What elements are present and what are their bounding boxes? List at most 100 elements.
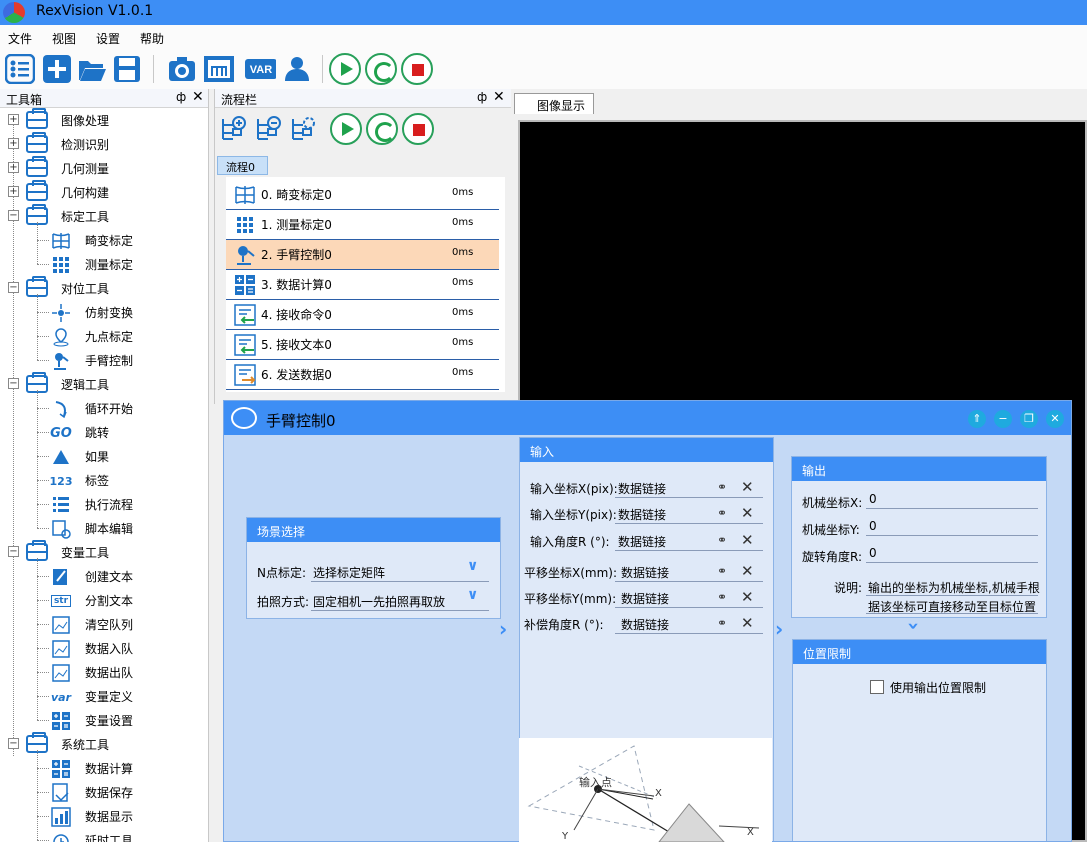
tree-group-8[interactable]: − 系统工具 bbox=[0, 732, 208, 756]
flow-step-row[interactable]: 4. 接收命令0 0ms bbox=[226, 300, 499, 330]
tree-item[interactable]: 数据入队 bbox=[0, 636, 208, 660]
user-button[interactable] bbox=[281, 53, 313, 85]
camera-button[interactable] bbox=[166, 53, 198, 85]
menu-settings[interactable]: 设置 bbox=[96, 30, 120, 47]
pin-top-button[interactable]: ⇑ bbox=[968, 410, 986, 428]
clear-icon[interactable]: ✕ bbox=[741, 588, 754, 606]
tree-group-3[interactable]: + 几何构建 bbox=[0, 180, 208, 204]
run-button[interactable] bbox=[329, 53, 361, 85]
use-limit-checkbox[interactable] bbox=[870, 680, 884, 694]
menu-help[interactable]: 帮助 bbox=[140, 30, 164, 47]
tree-item[interactable]: 循环开始 bbox=[0, 396, 208, 420]
flow-step-row[interactable]: 2. 手臂控制0 0ms bbox=[226, 240, 499, 270]
collapse-icon[interactable]: − bbox=[8, 378, 19, 389]
add-flow-button[interactable] bbox=[217, 113, 249, 145]
chevron-down-icon[interactable]: ∨ bbox=[467, 587, 478, 603]
link-icon[interactable]: ⚭ bbox=[717, 590, 727, 604]
flow-settings-button[interactable] bbox=[287, 113, 319, 145]
tree-group-1[interactable]: + 检测识别 bbox=[0, 132, 208, 156]
tree-item[interactable]: 执行流程 bbox=[0, 492, 208, 516]
data-link-field[interactable]: 数据链接 bbox=[618, 480, 666, 497]
link-icon[interactable]: ⚭ bbox=[717, 616, 727, 630]
tree-item[interactable]: 清空队列 bbox=[0, 612, 208, 636]
flow-step-row[interactable]: 0. 畸变标定0 0ms bbox=[226, 180, 499, 210]
flow-step-row[interactable]: 6. 发送数据0 0ms bbox=[226, 360, 499, 390]
data-link-field[interactable]: 数据链接 bbox=[618, 506, 666, 523]
chevron-down-icon[interactable]: ∨ bbox=[467, 558, 478, 574]
close-icon[interactable]: ✕ bbox=[493, 89, 505, 105]
data-link-field[interactable]: 数据链接 bbox=[621, 564, 669, 581]
loop-run-button[interactable] bbox=[365, 53, 397, 85]
new-button[interactable] bbox=[41, 53, 73, 85]
tree-item[interactable]: 变量设置 bbox=[0, 708, 208, 732]
tab-flow0[interactable]: 流程0 bbox=[217, 156, 268, 175]
flow-step-row[interactable]: 3. 数据计算0 0ms bbox=[226, 270, 499, 300]
tree-item[interactable]: 数据保存 bbox=[0, 780, 208, 804]
output-row-value[interactable]: 0 bbox=[869, 546, 877, 560]
link-icon[interactable]: ⚭ bbox=[717, 480, 727, 494]
menu-view[interactable]: 视图 bbox=[52, 30, 76, 47]
tree-group-7[interactable]: − 变量工具 bbox=[0, 540, 208, 564]
save-button[interactable] bbox=[111, 53, 143, 85]
tool-list-button[interactable] bbox=[4, 53, 36, 85]
variable-button[interactable]: VAR bbox=[244, 53, 276, 85]
tree-item[interactable]: 测量标定 bbox=[0, 252, 208, 276]
tree-item[interactable]: 创建文本 bbox=[0, 564, 208, 588]
tree-item[interactable]: str 分割文本 bbox=[0, 588, 208, 612]
tree-group-5[interactable]: − 对位工具 bbox=[0, 276, 208, 300]
run-flow-button[interactable] bbox=[330, 113, 362, 145]
tree-item[interactable]: 数据显示 bbox=[0, 804, 208, 828]
link-icon[interactable]: ⚭ bbox=[717, 564, 727, 578]
expand-icon[interactable]: + bbox=[8, 138, 19, 149]
open-button[interactable] bbox=[76, 53, 108, 85]
flow-step-row[interactable]: 1. 测量标定0 0ms bbox=[226, 210, 499, 240]
minimize-button[interactable]: − bbox=[994, 410, 1012, 428]
clear-icon[interactable]: ✕ bbox=[741, 504, 754, 522]
clear-icon[interactable]: ✕ bbox=[741, 562, 754, 580]
expand-icon[interactable]: + bbox=[8, 114, 19, 125]
tab-image-display[interactable]: 图像显示 bbox=[514, 93, 594, 114]
tree-item[interactable]: var 变量定义 bbox=[0, 684, 208, 708]
n-point-select[interactable]: 选择标定矩阵 bbox=[313, 564, 385, 581]
output-row-value[interactable]: 0 bbox=[869, 519, 877, 533]
close-icon[interactable]: ✕ bbox=[192, 89, 204, 105]
collapse-icon[interactable]: − bbox=[8, 738, 19, 749]
data-link-field[interactable]: 数据链接 bbox=[621, 590, 669, 607]
expand-icon[interactable]: + bbox=[8, 186, 19, 197]
tree-group-2[interactable]: + 几何测量 bbox=[0, 156, 208, 180]
tree-item[interactable]: 畸变标定 bbox=[0, 228, 208, 252]
close-dialog-button[interactable]: ✕ bbox=[1046, 410, 1064, 428]
pin-icon[interactable]: ф bbox=[176, 90, 186, 104]
tree-group-6[interactable]: − 逻辑工具 bbox=[0, 372, 208, 396]
output-row-value[interactable]: 0 bbox=[869, 492, 877, 506]
stop-flow-button[interactable] bbox=[402, 113, 434, 145]
tree-item[interactable]: 手臂控制 bbox=[0, 348, 208, 372]
stop-button[interactable] bbox=[401, 53, 433, 85]
link-icon[interactable]: ⚭ bbox=[717, 506, 727, 520]
tree-group-4[interactable]: − 标定工具 bbox=[0, 204, 208, 228]
tree-item[interactable]: 仿射变换 bbox=[0, 300, 208, 324]
image-button[interactable] bbox=[203, 53, 235, 85]
tree-item[interactable]: 延时工具 bbox=[0, 828, 208, 842]
tree-item[interactable]: 123 标签 bbox=[0, 468, 208, 492]
tree-item[interactable]: 数据计算 bbox=[0, 756, 208, 780]
expand-icon[interactable]: + bbox=[8, 162, 19, 173]
collapse-icon[interactable]: − bbox=[8, 546, 19, 557]
clear-icon[interactable]: ✕ bbox=[741, 614, 754, 632]
tree-item[interactable]: 九点标定 bbox=[0, 324, 208, 348]
clear-icon[interactable]: ✕ bbox=[741, 531, 754, 549]
restore-button[interactable]: ❐ bbox=[1020, 410, 1038, 428]
remove-flow-button[interactable] bbox=[252, 113, 284, 145]
tree-item[interactable]: 脚本编辑 bbox=[0, 516, 208, 540]
data-link-field[interactable]: 数据链接 bbox=[618, 533, 666, 550]
clear-icon[interactable]: ✕ bbox=[741, 478, 754, 496]
shoot-mode-select[interactable]: 固定相机一先拍照再取放 bbox=[313, 593, 445, 610]
link-icon[interactable]: ⚭ bbox=[717, 533, 727, 547]
collapse-icon[interactable]: − bbox=[8, 210, 19, 221]
menu-file[interactable]: 文件 bbox=[8, 30, 32, 47]
loop-flow-button[interactable] bbox=[366, 113, 398, 145]
pin-icon[interactable]: ф bbox=[477, 90, 487, 104]
tree-item[interactable]: GO 跳转 bbox=[0, 420, 208, 444]
tree-group-0[interactable]: + 图像处理 bbox=[0, 108, 208, 132]
tree-item[interactable]: 数据出队 bbox=[0, 660, 208, 684]
